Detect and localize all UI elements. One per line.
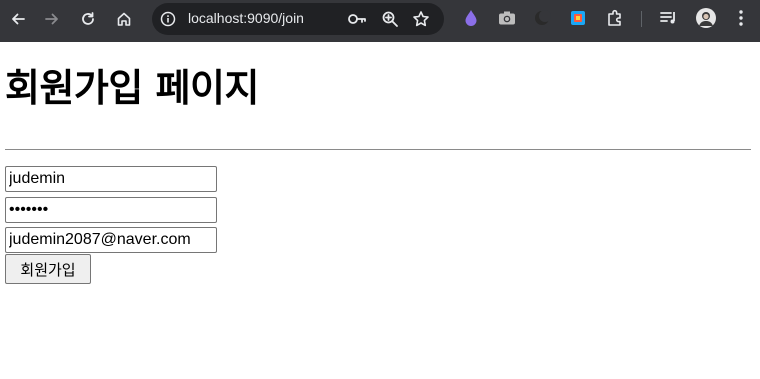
droplet-extension-icon[interactable] xyxy=(462,9,480,27)
moon-extension-icon[interactable] xyxy=(533,9,551,27)
username-input[interactable] xyxy=(5,166,217,192)
site-info-icon[interactable] xyxy=(160,11,176,31)
forward-button[interactable] xyxy=(38,5,66,33)
password-input[interactable] xyxy=(5,197,217,223)
join-page: 회원가입 페이지 회원가입 xyxy=(0,42,760,379)
browser-toolbar: localhost:9090/join xyxy=(0,0,760,42)
join-submit-button[interactable]: 회원가입 xyxy=(5,254,91,284)
home-icon xyxy=(117,12,131,26)
reload-icon xyxy=(82,12,94,25)
profile-avatar[interactable] xyxy=(696,8,716,28)
more-menu-icon[interactable] xyxy=(732,9,750,27)
back-button[interactable] xyxy=(4,5,32,33)
colorpicker-extension-icon[interactable] xyxy=(569,9,587,27)
extensions-puzzle-icon[interactable] xyxy=(606,9,624,27)
toolbar-separator xyxy=(641,11,642,27)
back-arrow-icon xyxy=(12,13,25,25)
email-input[interactable] xyxy=(5,227,217,253)
camera-extension-icon[interactable] xyxy=(498,9,516,27)
bookmark-star-icon[interactable] xyxy=(412,10,430,32)
url-text[interactable]: localhost:9090/join xyxy=(188,10,304,26)
password-key-icon[interactable] xyxy=(347,10,367,32)
reload-button[interactable] xyxy=(74,5,102,33)
home-button[interactable] xyxy=(110,5,138,33)
zoom-icon[interactable] xyxy=(381,10,399,32)
title-divider xyxy=(5,149,751,150)
address-bar[interactable]: localhost:9090/join xyxy=(152,3,444,35)
page-title: 회원가입 페이지 xyxy=(5,66,259,110)
forward-arrow-icon xyxy=(45,13,58,25)
media-queue-icon[interactable] xyxy=(660,9,678,27)
